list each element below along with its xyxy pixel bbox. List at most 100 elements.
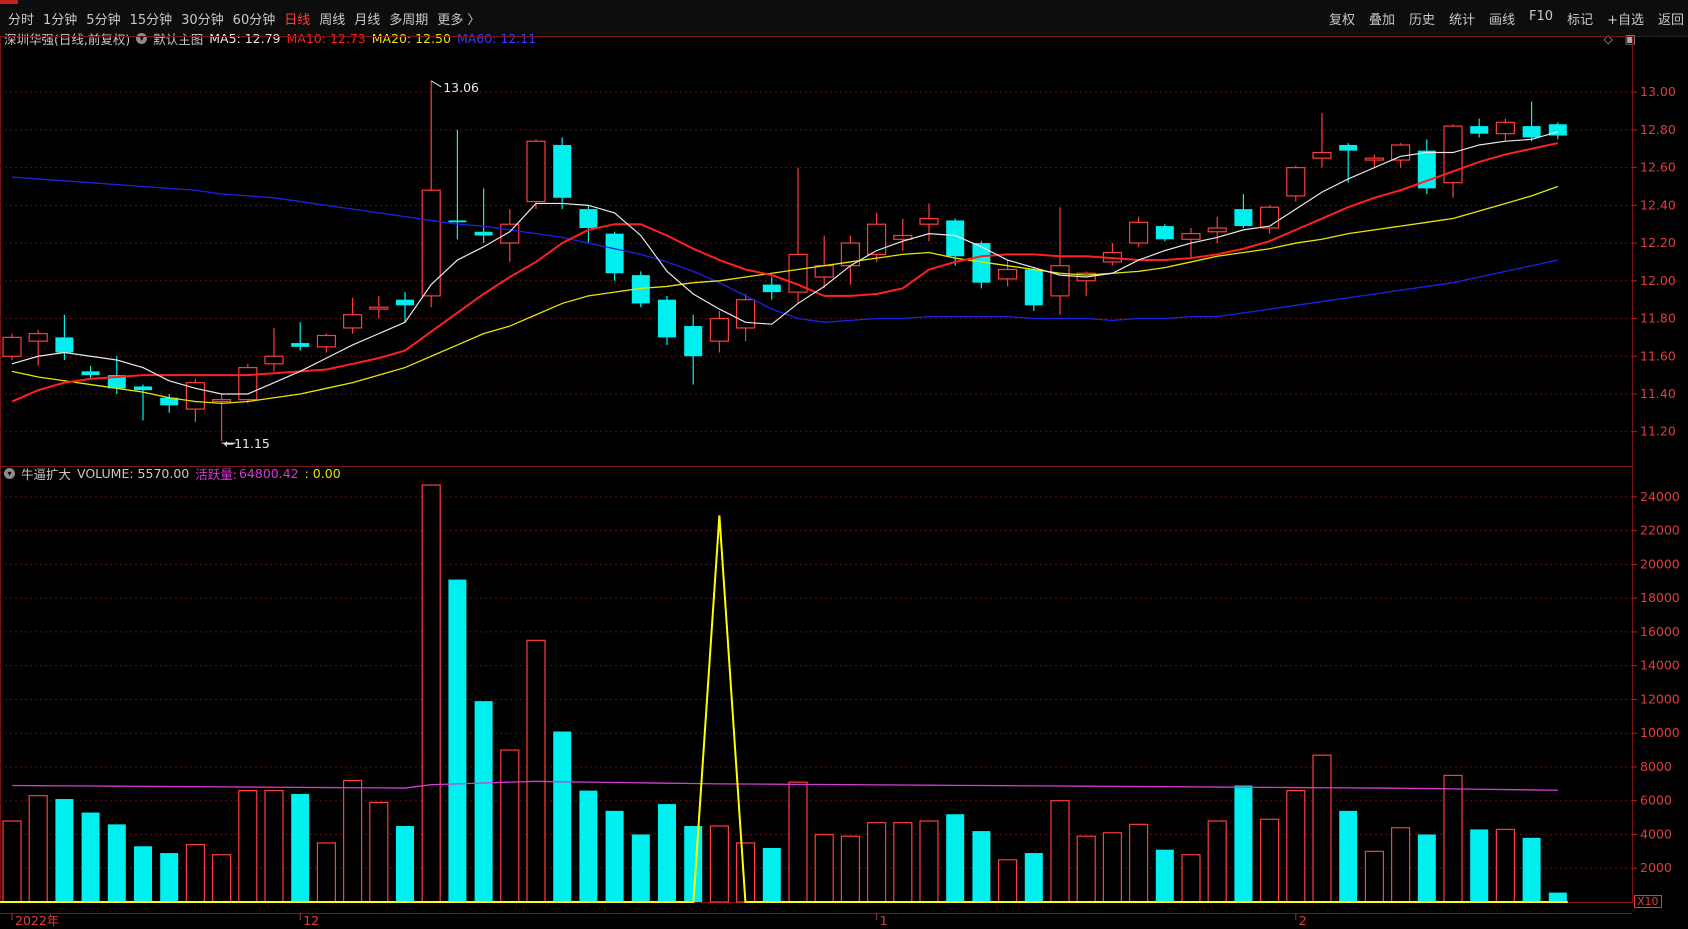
candle-body-up [814, 265, 834, 278]
high-marker-line [430, 80, 442, 88]
volume-bar-up [343, 779, 363, 903]
volume-bar-up [1181, 854, 1201, 903]
volume-bar-down [134, 846, 152, 902]
volume-bar-up [1076, 835, 1096, 903]
high-marker-label: 13.06 [443, 80, 479, 95]
volume-bar-down [1234, 785, 1253, 902]
volume-bar-down [1024, 853, 1043, 902]
candle-body-up [212, 399, 232, 403]
candle-body-up [526, 140, 546, 203]
candle-body-down [1470, 126, 1489, 134]
price-tick-label: 12.80 [1640, 122, 1676, 137]
volume-bar-up [316, 842, 336, 903]
volume-tick-label: 12000 [1640, 691, 1680, 706]
volume-bar-down [1417, 834, 1436, 902]
price-tick-label: 13.00 [1640, 84, 1676, 99]
volume-bar-up [264, 789, 284, 903]
volume-bar-up [369, 801, 389, 903]
candle-body-down [474, 231, 493, 236]
volume-bar-down [631, 834, 650, 902]
volume-tick-label: 8000 [1640, 759, 1672, 774]
kline-chart[interactable]: 11.20 11.40 11.60 11.80 12.00 12.20 12.40 12.60… [0, 0, 1688, 929]
candle-body-up [1495, 121, 1516, 135]
candle-body-up [421, 189, 441, 297]
price-tick-label: 12.40 [1640, 197, 1676, 212]
candle-body-down [553, 144, 572, 198]
volume-bar-down [55, 799, 74, 902]
volume-bar-up [212, 854, 232, 903]
ma10-line [11, 142, 1559, 403]
volume-bar-up [1207, 820, 1227, 903]
volume-tick-label: 16000 [1640, 624, 1680, 639]
ma60-line [11, 176, 1558, 323]
volume-bar-down [579, 790, 598, 902]
candle-body-up [1128, 221, 1149, 244]
candle-body-up [316, 334, 336, 348]
volume-bar-up [421, 484, 441, 903]
volume-bar-down [1522, 837, 1541, 902]
candle-body-down [658, 299, 676, 338]
candle-body-up [238, 366, 258, 401]
volume-bar-up [1259, 818, 1280, 903]
volume-bar-down [291, 793, 310, 902]
volume-bar-up [1495, 828, 1516, 903]
volume-bar-up [840, 835, 861, 903]
candle-body-up [919, 217, 939, 225]
candle-body-down [448, 220, 467, 223]
candle-body-up [264, 355, 284, 365]
candle-body-up [2, 336, 22, 357]
price-tick-label: 12.20 [1640, 235, 1676, 250]
candle-body-down [762, 284, 781, 293]
volume-bar-down [81, 812, 100, 902]
volume-bar-up [1050, 800, 1070, 903]
volume-tick-label: 2000 [1640, 860, 1672, 875]
signal-line [0, 515, 1568, 903]
volume-bar-up [997, 859, 1018, 903]
volume-bar-up [893, 822, 913, 903]
volume-bar-up [238, 789, 258, 903]
candle-body-down [579, 209, 598, 228]
candle-body-down [605, 233, 624, 274]
volume-bar-up [28, 795, 48, 903]
candle-body-down [134, 386, 152, 391]
volume-bar-up [814, 833, 834, 903]
volume-bar-up [788, 781, 808, 903]
volume-bar-up [1312, 754, 1332, 903]
volume-bar-up [2, 820, 22, 903]
volume-bar-down [605, 810, 624, 902]
volume-bar-down [1470, 829, 1489, 902]
volume-tick-label: 6000 [1640, 793, 1672, 808]
candle-body-up [1364, 157, 1385, 161]
candle-body-up [343, 314, 363, 329]
volume-bar-down [946, 814, 965, 902]
price-tick-label: 11.20 [1640, 424, 1676, 439]
volume-bar-down [1548, 892, 1567, 902]
volume-bar-up [1286, 789, 1306, 903]
volume-bar-down [107, 824, 126, 902]
low-marker-label: ←11.15 [224, 436, 270, 451]
price-tick-label: 11.80 [1640, 311, 1676, 326]
candle-body-down [1024, 269, 1043, 306]
volume-bar-up [1364, 850, 1385, 903]
candle-body-up [500, 223, 520, 244]
volume-bar-down [972, 831, 991, 902]
volume-bar-up [1102, 832, 1123, 903]
volume-bar-down [762, 847, 781, 902]
candle-body-down [1522, 126, 1541, 138]
candle-body-down [1339, 144, 1358, 151]
volume-bar-up [866, 822, 887, 903]
candle-body-down [55, 337, 74, 353]
volume-tick-label: 24000 [1640, 489, 1680, 504]
candle-body-down [1234, 209, 1253, 227]
candle-body-up [735, 299, 756, 329]
volume-bar-up [1390, 827, 1411, 903]
candle-body-down [291, 343, 310, 347]
candle-body-up [1259, 206, 1280, 229]
volume-bar-down [553, 731, 572, 902]
volume-bar-up [1443, 774, 1463, 903]
candle-body-up [893, 234, 913, 240]
price-tick-label: 11.40 [1640, 386, 1676, 401]
volume-bar-up [919, 820, 939, 903]
volume-bar-up [709, 825, 730, 903]
volume-bar-down [474, 701, 493, 902]
